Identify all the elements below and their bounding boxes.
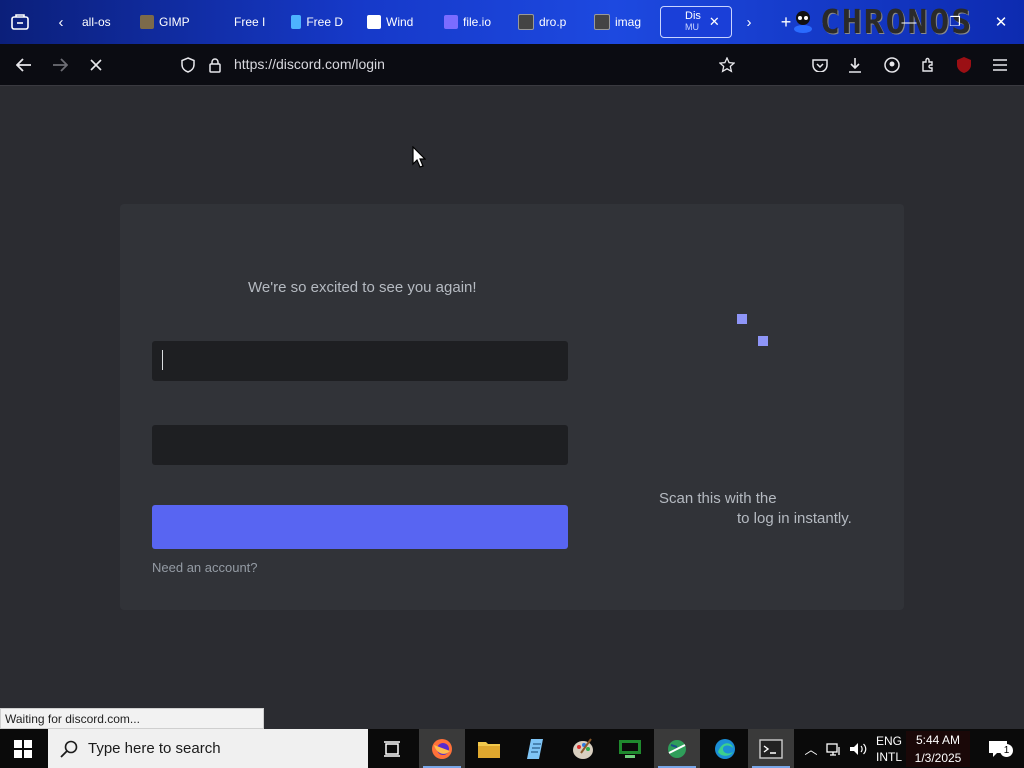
tab-image[interactable]: imag [594,6,644,38]
tab-label: Free I [234,15,266,29]
tab-label: dro.p [539,15,567,29]
back-icon[interactable] [9,44,39,86]
qr-loading-dot [737,314,747,324]
qr-instruction-line2: to log in instantly. [737,510,852,527]
tracking-protection-icon[interactable] [173,44,203,86]
tab-all-os[interactable]: all-os [82,6,122,38]
text-caret [162,350,163,370]
notepad-taskbar-button[interactable] [513,729,559,768]
tab-label: Free D [306,15,343,29]
paint-palette-icon [573,737,593,759]
keyboard-layout-label: INTL [876,750,903,764]
tab-label-top: Dis [685,10,701,22]
tab-label: all-os [82,15,111,29]
file-io-icon [444,15,458,29]
mouse-cursor-icon [412,146,426,168]
page-icon [594,14,610,30]
close-window-icon[interactable]: ✕ [988,10,1014,34]
show-hidden-icons-icon[interactable]: ︿ [800,729,822,768]
tab-label: Wind [386,15,414,29]
bookmark-star-icon[interactable] [712,44,742,86]
edge-taskbar-button[interactable] [702,729,748,768]
navigation-bar: https://discord.com/login [0,44,1024,86]
tab-free-2[interactable]: Free D [291,6,343,38]
qr-loading-dot [758,336,768,346]
firefox-icon [432,738,452,759]
task-view-button[interactable] [369,729,415,768]
qr-instruction-line1: Scan this with the [659,490,777,507]
restore-icon[interactable]: ❐ [942,10,968,34]
clock-date: 1/3/2025 [914,751,962,765]
network-icon[interactable] [823,729,845,768]
page-icon [518,14,534,30]
account-icon[interactable] [877,44,907,86]
tab-overview-icon[interactable] [8,10,32,34]
pocket-icon[interactable] [805,44,835,86]
tab-label: imag [615,15,642,29]
globe-app-icon [668,739,686,758]
windows-logo-icon [14,739,32,758]
tab-gimp[interactable]: GIMP [140,6,190,38]
wikipedia-icon [367,15,381,29]
menu-icon[interactable] [985,44,1015,86]
mascot-icon [790,8,816,34]
terminal-icon [759,738,783,759]
folder-icon [478,741,500,758]
tab-wind[interactable]: Wind [367,6,415,38]
tab-label: file.io [463,15,492,29]
task-view-icon [384,740,400,757]
extensions-icon[interactable] [913,44,943,86]
tab-label: GIMP [159,15,190,29]
search-icon [60,740,78,758]
notepad-icon [527,738,543,759]
welcome-subtitle: We're so excited to see you again! [248,279,477,296]
language-label: ENG [876,734,903,748]
email-field[interactable] [152,341,568,381]
login-button[interactable] [152,505,568,549]
login-card [120,204,904,610]
tab-label: Dis MU [685,11,701,33]
close-tab-icon[interactable]: ✕ [709,14,720,30]
forward-icon[interactable] [45,44,75,86]
file-explorer-taskbar-button[interactable] [466,729,512,768]
stop-loading-icon[interactable] [81,44,111,86]
password-field[interactable] [152,425,568,465]
monitor-app-icon [619,739,641,758]
taskbar-search-box[interactable]: Type here to search [48,729,368,768]
input-language-indicator[interactable]: ENG INTL [876,733,902,765]
tab-drop[interactable]: dro.p [518,6,568,38]
tab-free-1[interactable]: Free I [234,6,266,38]
url-bar[interactable]: https://discord.com/login [234,56,385,72]
app-taskbar-button[interactable] [607,729,653,768]
notification-count-badge: 1 [1000,744,1013,757]
terminal-taskbar-button[interactable] [748,729,794,768]
clock-time: 5:44 AM [915,733,961,747]
action-center-button[interactable]: 1 [978,729,1018,768]
free-download-icon [291,15,302,29]
tabs-scroll-right-icon[interactable]: › [738,10,760,34]
status-bar: Waiting for discord.com... [0,708,264,729]
tab-label-bottom: MU [685,22,699,32]
minimize-icon[interactable]: — [896,10,922,34]
register-link[interactable]: Need an account? [152,560,258,575]
clock[interactable]: 5:44 AM 1/3/2025 [906,731,970,767]
tab-discord-active[interactable]: Dis MU ✕ [660,6,732,38]
tabs-scroll-left-icon[interactable]: ‹ [50,10,72,34]
search-placeholder: Type here to search [88,740,221,757]
browser-tab-bar: ‹ all-os GIMP Free I Free D Wind file.io… [0,0,1024,44]
firefox-taskbar-button[interactable] [419,729,465,768]
ublock-origin-icon[interactable] [949,44,979,86]
start-button[interactable] [0,729,46,768]
lock-icon[interactable] [200,44,230,86]
paint-taskbar-button[interactable] [560,729,606,768]
tab-file-io[interactable]: file.io [444,6,492,38]
downloads-icon[interactable] [840,44,870,86]
edge-icon [715,738,735,759]
volume-icon[interactable] [847,729,869,768]
gimp-icon [140,15,154,29]
network-app-taskbar-button[interactable] [654,729,700,768]
